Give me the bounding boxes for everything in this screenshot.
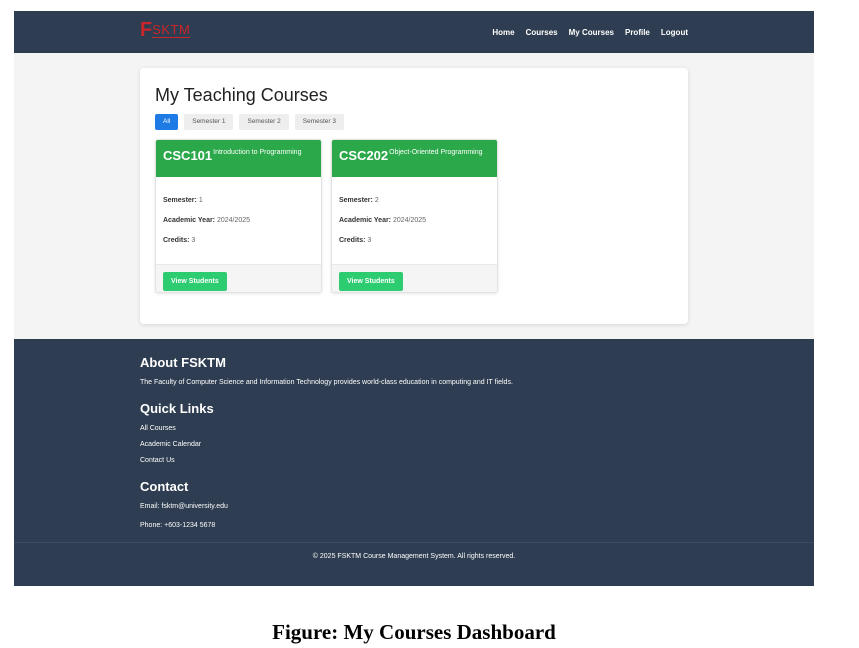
academic-year-value: 2024/2025: [392, 217, 427, 224]
logo-letter: F: [140, 19, 152, 41]
nav-link-profile[interactable]: Profile: [625, 28, 650, 37]
course-card-body: Semester: 2 Academic Year: 2024/2025 Cre…: [332, 177, 497, 264]
course-card-header: CSC202 Object-Oriented Programming: [332, 140, 497, 177]
footer-about-text: The Faculty of Computer Science and Info…: [140, 379, 513, 386]
academic-year-row: Academic Year: 2024/2025: [339, 217, 490, 224]
credits-row: Credits: 3: [163, 237, 314, 244]
footer-quick-links-title: Quick Links: [140, 401, 214, 416]
footer-divider: [14, 542, 814, 543]
nav-link-home[interactable]: Home: [492, 28, 514, 37]
logo-text: SKTM: [152, 21, 191, 38]
footer-email: Email: fsktm@university.edu: [140, 503, 228, 510]
course-code: CSC101: [163, 148, 213, 163]
academic-year-row: Academic Year: 2024/2025: [163, 217, 314, 224]
credits-value: 3: [367, 237, 372, 244]
course-card-csc101: CSC101 Introduction to Programming Semes…: [155, 139, 322, 293]
semester-label: Semester:: [163, 197, 197, 204]
site-footer: About FSKTM The Faculty of Computer Scie…: [14, 339, 814, 586]
figure-caption: Figure: My Courses Dashboard: [272, 620, 556, 644]
footer-link-all-courses[interactable]: All Courses: [140, 425, 176, 432]
academic-year-label: Academic Year:: [163, 217, 216, 224]
semester-value: 2: [374, 197, 379, 204]
nav-link-my-courses[interactable]: My Courses: [569, 28, 614, 37]
semester-filter-group: All Semester 1 Semester 2 Semester 3: [155, 114, 344, 130]
view-students-button[interactable]: View Students: [163, 272, 227, 291]
filter-all-button[interactable]: All: [155, 114, 179, 130]
filter-semester-3-button[interactable]: Semester 3: [294, 114, 344, 130]
footer-contact-title: Contact: [140, 479, 189, 494]
credits-row: Credits: 3: [339, 237, 490, 244]
course-card-footer: View Students: [332, 264, 497, 292]
filter-semester-2-button[interactable]: Semester 2: [239, 114, 289, 130]
footer-about-title: About FSKTM: [140, 355, 226, 370]
courses-panel: My Teaching Courses All Semester 1 Semes…: [140, 68, 688, 324]
course-name: Object-Oriented Programming: [389, 149, 483, 156]
footer-copyright: © 2025 FSKTM Course Management System. A…: [312, 553, 516, 560]
course-code: CSC202: [339, 148, 389, 163]
footer-link-academic-calendar[interactable]: Academic Calendar: [140, 441, 201, 448]
nav-link-courses[interactable]: Courses: [526, 28, 558, 37]
filter-semester-1-button[interactable]: Semester 1: [184, 114, 234, 130]
academic-year-value: 2024/2025: [216, 217, 251, 224]
app-screenshot: F SKTM Home Courses My Courses Profile L…: [14, 11, 814, 586]
credits-label: Credits:: [163, 237, 190, 244]
nav-links: Home Courses My Courses Profile Logout: [492, 11, 688, 53]
footer-phone: Phone: +603-1234 5678: [140, 522, 216, 529]
nav-link-logout[interactable]: Logout: [661, 28, 688, 37]
course-card-csc202: CSC202 Object-Oriented Programming Semes…: [331, 139, 498, 293]
semester-row: Semester: 1: [163, 197, 314, 204]
academic-year-label: Academic Year:: [339, 217, 392, 224]
semester-row: Semester: 2: [339, 197, 490, 204]
course-name: Introduction to Programming: [213, 149, 302, 156]
top-navbar: F SKTM Home Courses My Courses Profile L…: [14, 11, 814, 53]
view-students-button[interactable]: View Students: [339, 272, 403, 291]
credits-value: 3: [191, 237, 196, 244]
page-title: My Teaching Courses: [155, 85, 328, 105]
course-card-body: Semester: 1 Academic Year: 2024/2025 Cre…: [156, 177, 321, 264]
credits-label: Credits:: [339, 237, 366, 244]
course-card-header: CSC101 Introduction to Programming: [156, 140, 321, 177]
fsktm-logo[interactable]: F SKTM: [140, 19, 191, 41]
footer-link-contact-us[interactable]: Contact Us: [140, 457, 175, 464]
semester-label: Semester:: [339, 197, 373, 204]
course-card-footer: View Students: [156, 264, 321, 292]
semester-value: 1: [198, 197, 203, 204]
